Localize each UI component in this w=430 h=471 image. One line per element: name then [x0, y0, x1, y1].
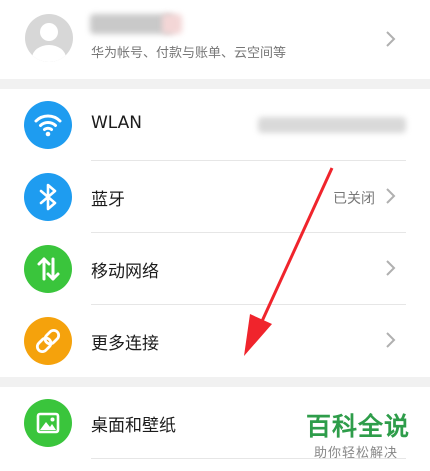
link-icon	[24, 317, 72, 365]
mobile-network-label: 移动网络	[91, 262, 159, 282]
chevron-right-icon	[386, 260, 396, 276]
bluetooth-label: 蓝牙	[91, 190, 125, 210]
image-icon	[24, 399, 72, 447]
avatar	[25, 14, 73, 62]
blurred-account-tag	[162, 14, 182, 34]
watermark-main: 百科全说	[306, 412, 411, 441]
bluetooth-status: 已关闭	[333, 191, 375, 207]
bluetooth-icon	[24, 173, 72, 221]
bluetooth-row[interactable]: 蓝牙 已关闭	[0, 161, 430, 233]
mobile-network-icon	[24, 245, 72, 293]
wlan-row[interactable]: WLAN	[0, 89, 430, 161]
account-row[interactable]: 华为帐号、付款与账单、云空间等	[0, 0, 430, 79]
watermark-sub: 助你轻松解决	[314, 446, 399, 461]
desktop-wallpaper-label: 桌面和壁纸	[91, 416, 176, 436]
chevron-right-icon	[386, 332, 396, 348]
blurred-wlan-network	[258, 117, 406, 133]
wlan-label: WLAN	[91, 113, 143, 133]
account-group: 华为帐号、付款与账单、云空间等	[0, 0, 430, 79]
account-subtitle: 华为帐号、付款与账单、云空间等	[91, 46, 287, 61]
mobile-network-row[interactable]: 移动网络	[0, 233, 430, 305]
wifi-icon	[24, 101, 72, 149]
more-connections-label: 更多连接	[91, 334, 159, 354]
more-connections-row[interactable]: 更多连接	[0, 305, 430, 377]
chevron-right-icon	[386, 188, 396, 204]
chevron-right-icon	[386, 31, 396, 47]
connections-group: WLAN 蓝牙 已关闭 移动网络 更多连接	[0, 89, 430, 377]
